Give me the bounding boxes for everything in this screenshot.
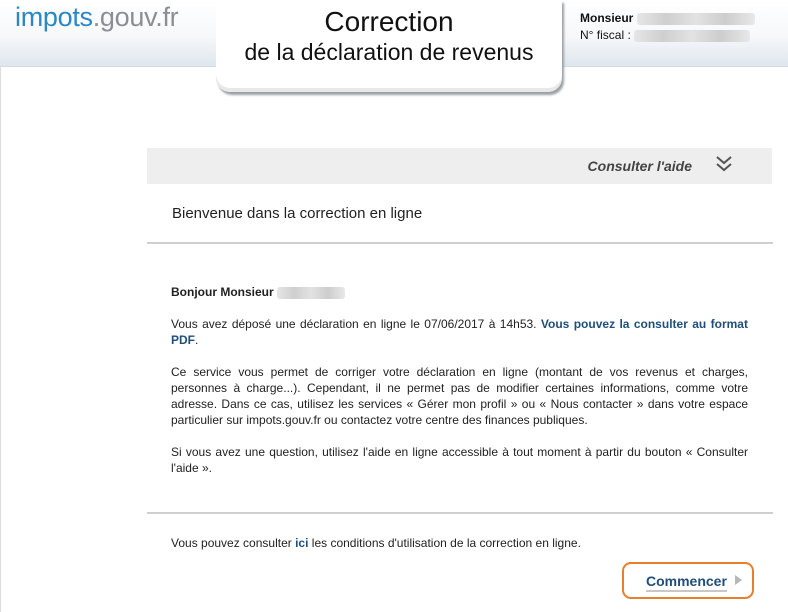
page-subtitle: de la déclaration de revenus bbox=[244, 39, 534, 65]
help-paragraph: Si vous avez une question, utilisez l'ai… bbox=[171, 445, 748, 475]
user-info: Monsieur N° fiscal : bbox=[580, 10, 755, 44]
terms-link[interactable]: ici bbox=[295, 536, 308, 550]
service-paragraph: Ce service vous permet de corriger votre… bbox=[171, 365, 748, 427]
divider-top bbox=[147, 242, 773, 244]
logo-part-1: impots bbox=[15, 2, 93, 32]
arrow-right-icon bbox=[735, 575, 742, 585]
deposit-text: Vous avez déposé une déclaration en lign… bbox=[171, 317, 537, 331]
terms-text-after: les conditions d'utilisation de la corre… bbox=[311, 536, 581, 550]
redacted-name bbox=[277, 286, 346, 299]
user-name-label: Monsieur bbox=[580, 11, 634, 25]
intro-content: Bonjour Monsieur Vous avez déposé une dé… bbox=[171, 284, 748, 492]
welcome-heading: Bienvenue dans la correction en ligne bbox=[172, 205, 423, 222]
double-chevron-down-icon[interactable] bbox=[714, 154, 734, 174]
left-border bbox=[0, 66, 1, 612]
fiscal-number-label: N° fiscal : bbox=[580, 28, 631, 42]
terms-line: Vous pouvez consulter ici les conditions… bbox=[171, 536, 581, 550]
page-title-tab: Correction de la déclaration de revenus bbox=[216, 0, 562, 92]
terms-text-before: Vous pouvez consulter bbox=[171, 536, 292, 550]
divider-bottom bbox=[147, 512, 773, 514]
help-bar[interactable]: Consulter l'aide bbox=[147, 148, 772, 184]
deposit-end: . bbox=[195, 333, 199, 347]
help-label[interactable]: Consulter l'aide bbox=[588, 158, 692, 174]
start-button[interactable]: Commencer bbox=[622, 562, 754, 599]
deposit-paragraph: Vous avez déposé une déclaration en lign… bbox=[171, 316, 748, 348]
logo-part-2: .gouv.fr bbox=[92, 2, 179, 32]
redacted-user-name bbox=[636, 12, 755, 25]
greeting: Bonjour Monsieur bbox=[171, 285, 274, 299]
redacted-fiscal-number bbox=[634, 29, 751, 42]
site-logo[interactable]: impots.gouv.fr bbox=[15, 2, 179, 33]
start-button-label[interactable]: Commencer bbox=[646, 573, 727, 592]
page-title: Correction bbox=[324, 6, 454, 37]
